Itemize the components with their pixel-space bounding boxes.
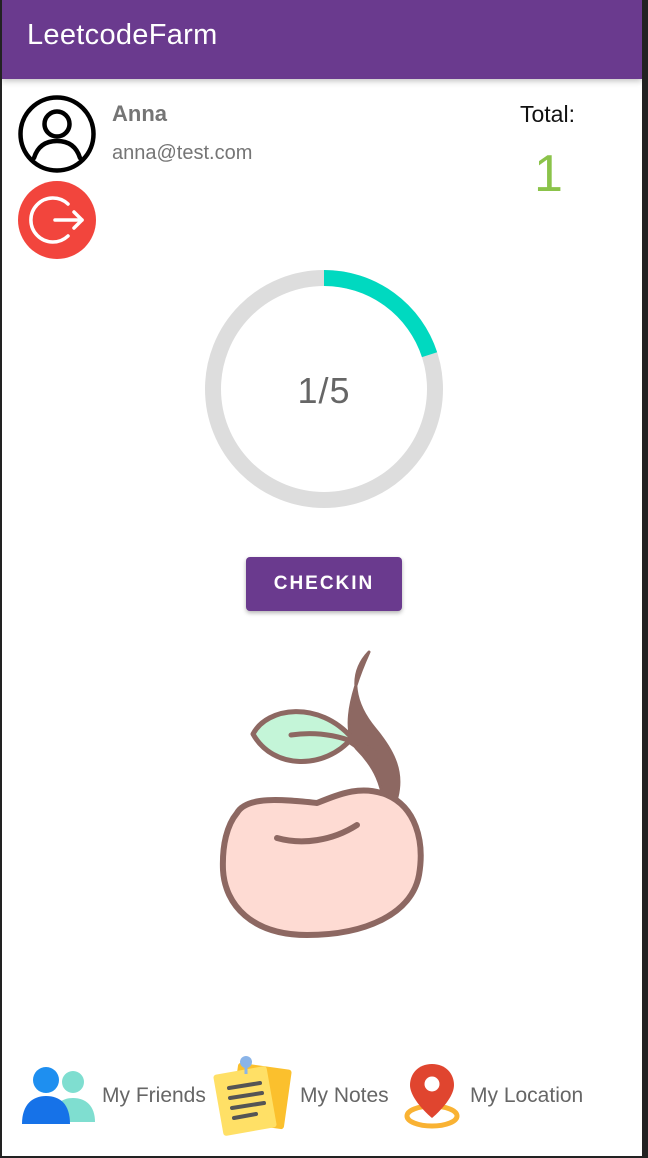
nav-label-my-location: My Location	[470, 1084, 584, 1107]
nav-item-my-location[interactable]: My Location	[402, 1050, 602, 1145]
app-screen: LeetcodeFarm Anna anna@test.com Total: 1…	[0, 0, 648, 1158]
location-pin-icon	[404, 1064, 460, 1129]
nav-item-my-notes[interactable]: My Notes	[212, 1050, 397, 1145]
logout-icon	[29, 196, 84, 244]
app-bar: LeetcodeFarm	[2, 0, 642, 79]
user-name: Anna	[112, 101, 167, 126]
nav-label-my-friends: My Friends	[102, 1084, 206, 1107]
notes-icon	[213, 1056, 292, 1136]
bottom-nav: My Friends My Notes My Location	[2, 1050, 642, 1145]
progress-fill	[323, 270, 438, 358]
user-email: anna@test.com	[112, 142, 253, 164]
friends-icon	[22, 1067, 95, 1124]
nav-item-my-friends[interactable]: My Friends	[20, 1050, 210, 1145]
person-circle-icon	[18, 95, 96, 173]
sprouting-bean-icon	[219, 650, 424, 938]
nav-label-my-notes: My Notes	[300, 1084, 389, 1107]
progress-count: 1/5	[297, 370, 351, 411]
app-title: LeetcodeFarm	[27, 19, 218, 51]
logout-button[interactable]	[18, 181, 96, 259]
checkin-button[interactable]: CHECKIN	[246, 557, 402, 611]
total-value: 1	[534, 145, 563, 203]
total-label: Total:	[520, 101, 575, 127]
